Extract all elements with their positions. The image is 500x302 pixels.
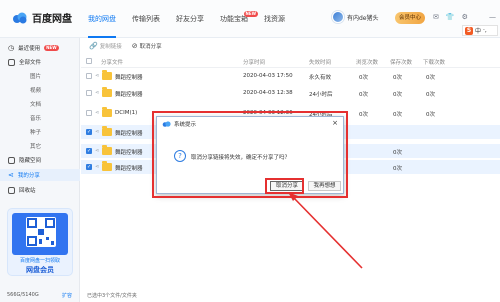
- annotation-arrow-icon: [288, 192, 363, 269]
